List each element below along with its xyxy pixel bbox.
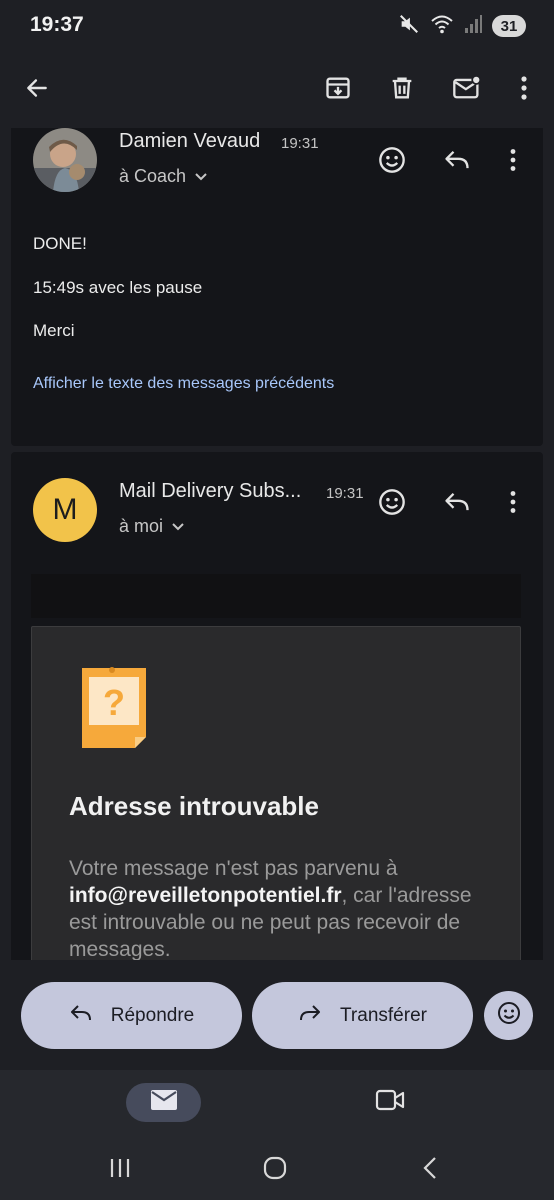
mark-unread-icon bbox=[452, 74, 482, 107]
chevron-left-icon bbox=[422, 1156, 438, 1185]
message-body-line: Merci bbox=[33, 321, 75, 340]
mail-icon bbox=[150, 1089, 178, 1116]
delivery-failure-notice: ? Adresse introuvable Votre message n'es… bbox=[31, 626, 521, 960]
avatar[interactable] bbox=[33, 128, 97, 192]
add-reaction-button[interactable] bbox=[370, 482, 414, 526]
arrow-back-icon bbox=[24, 75, 50, 106]
recipient-label: à Coach bbox=[119, 166, 187, 186]
reply-button[interactable] bbox=[435, 140, 479, 184]
mute-icon bbox=[398, 13, 420, 40]
recent-apps-button[interactable] bbox=[100, 1154, 140, 1186]
chevron-down-icon bbox=[171, 516, 185, 537]
message-thread[interactable]: Damien Vevaud 19:31 à Coach DONE! 15:49s… bbox=[0, 128, 554, 960]
emoji-icon bbox=[378, 488, 406, 521]
reply-button[interactable] bbox=[435, 482, 479, 526]
bottom-navigation bbox=[0, 1070, 554, 1140]
nav-meet-tab[interactable] bbox=[370, 1083, 410, 1122]
gmail-message-screen: { "status_bar": { "time": "19:37", "batt… bbox=[0, 0, 554, 1200]
forward-pill-button[interactable]: Transférer bbox=[252, 982, 473, 1049]
mark-unread-button[interactable] bbox=[443, 66, 491, 114]
ndr-description: Votre message n'est pas parvenu à info@r… bbox=[69, 855, 489, 960]
show-quoted-text-link[interactable]: Afficher le texte des messages précédent… bbox=[33, 375, 334, 393]
question-note-icon: ? bbox=[79, 665, 149, 756]
emoji-icon bbox=[378, 146, 406, 179]
more-vert-icon bbox=[509, 490, 517, 519]
delete-icon bbox=[388, 74, 416, 107]
archive-icon bbox=[324, 74, 352, 107]
nav-mail-tab[interactable] bbox=[126, 1083, 201, 1122]
status-bar: 19:37 31 bbox=[0, 0, 554, 52]
status-icons: 31 bbox=[398, 13, 526, 39]
recent-apps-icon bbox=[109, 1158, 131, 1183]
system-back-button[interactable] bbox=[410, 1154, 450, 1186]
failed-recipient-email[interactable]: info@reveilletonpotentiel.fr bbox=[69, 884, 342, 907]
signal-icon bbox=[464, 14, 482, 39]
wifi-icon bbox=[430, 13, 454, 40]
message-more-button[interactable] bbox=[491, 482, 535, 526]
forward-label: Transférer bbox=[340, 1004, 427, 1026]
more-options-button[interactable] bbox=[500, 66, 548, 114]
quick-reaction-button[interactable] bbox=[484, 991, 533, 1040]
forward-icon bbox=[298, 1003, 322, 1029]
message-time: 19:31 bbox=[281, 135, 319, 152]
message-card: Damien Vevaud 19:31 à Coach DONE! 15:49s… bbox=[11, 128, 543, 446]
ndr-title: Adresse introuvable bbox=[69, 791, 319, 821]
emoji-icon bbox=[497, 1001, 521, 1030]
reply-label: Répondre bbox=[110, 1004, 195, 1026]
delete-button[interactable] bbox=[378, 66, 426, 114]
sender-name[interactable]: Damien Vevaud bbox=[119, 130, 260, 153]
reply-actions-bar: Répondre Transférer bbox=[0, 960, 554, 1070]
avatar[interactable]: M bbox=[33, 478, 97, 542]
more-vert-icon bbox=[509, 148, 517, 177]
archive-button[interactable] bbox=[314, 66, 362, 114]
message-body-line: DONE! bbox=[33, 234, 87, 253]
system-navigation-bar bbox=[0, 1140, 554, 1200]
recipient-label: à moi bbox=[119, 516, 164, 536]
chevron-down-icon bbox=[194, 166, 208, 187]
reply-pill-button[interactable]: Répondre bbox=[21, 982, 242, 1049]
add-reaction-button[interactable] bbox=[370, 140, 414, 184]
reply-icon bbox=[69, 1003, 93, 1029]
home-button[interactable] bbox=[255, 1154, 295, 1186]
message-time: 19:31 bbox=[326, 485, 364, 502]
home-icon bbox=[263, 1156, 287, 1185]
message-more-button[interactable] bbox=[491, 140, 535, 184]
sender-name[interactable]: Mail Delivery Subs... bbox=[119, 480, 301, 503]
message-card: M Mail Delivery Subs... 19:31 à moi ? Ad… bbox=[11, 452, 543, 960]
reply-icon bbox=[443, 490, 471, 519]
battery-indicator: 31 bbox=[492, 15, 526, 37]
svg-text:?: ? bbox=[103, 682, 125, 723]
recipient-details[interactable]: à Coach bbox=[119, 166, 208, 187]
ndr-text-part: Votre message n'est pas parvenu à bbox=[69, 857, 398, 880]
more-vert-icon bbox=[520, 75, 528, 106]
message-toolbar bbox=[0, 52, 554, 128]
recipient-details[interactable]: à moi bbox=[119, 516, 185, 537]
status-time: 19:37 bbox=[30, 13, 84, 36]
ndr-header-strip bbox=[31, 574, 521, 618]
back-button[interactable] bbox=[13, 66, 61, 114]
reply-icon bbox=[443, 148, 471, 177]
video-call-icon bbox=[375, 1089, 405, 1116]
message-body-line: 15:49s avec les pause bbox=[33, 278, 203, 297]
